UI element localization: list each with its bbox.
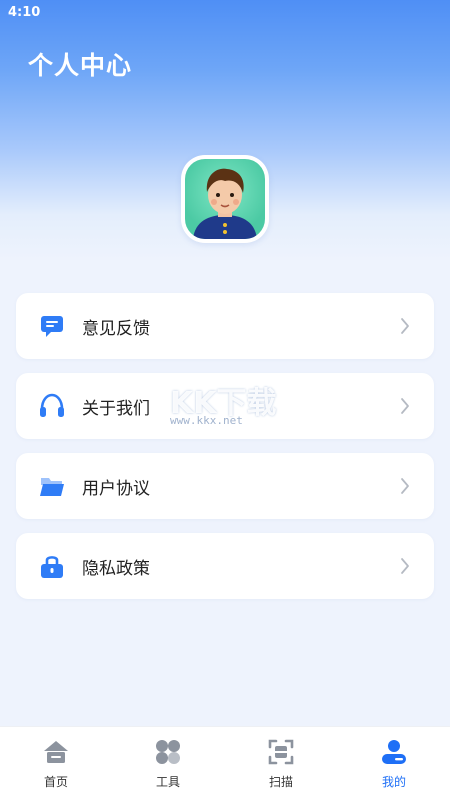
folder-icon	[38, 472, 66, 500]
tab-mine[interactable]: 我的	[338, 727, 450, 801]
tab-home[interactable]: 首页	[0, 727, 112, 801]
menu-item-user-agreement[interactable]: 用户协议	[16, 453, 434, 519]
feedback-icon	[38, 312, 66, 340]
tab-scan[interactable]: 扫描	[225, 727, 337, 801]
menu-item-privacy-policy[interactable]: 隐私政策	[16, 533, 434, 599]
person-icon	[380, 738, 408, 766]
menu-item-about[interactable]: 关于我们	[16, 373, 434, 439]
menu-item-label: 隐私政策	[82, 559, 150, 579]
status-bar: 4:10	[0, 0, 450, 24]
menu-item-label: 关于我们	[82, 399, 150, 419]
chevron-right-icon	[400, 557, 410, 575]
bottom-tab-bar: 首页 工具 扫描 我的	[0, 726, 450, 801]
chevron-right-icon	[400, 317, 410, 335]
headphones-icon	[38, 392, 66, 420]
avatar-image	[185, 159, 265, 239]
chevron-right-icon	[400, 477, 410, 495]
tab-label: 工具	[155, 775, 180, 789]
status-time: 4:10	[8, 5, 41, 20]
home-icon	[42, 738, 70, 766]
menu-item-label: 用户协议	[82, 479, 150, 499]
tab-label: 首页	[43, 775, 68, 789]
tab-label: 扫描	[268, 775, 293, 789]
scan-icon	[267, 738, 295, 766]
grid-icon	[154, 738, 182, 766]
tab-label: 我的	[381, 775, 406, 789]
lock-icon	[38, 552, 66, 580]
menu-item-feedback[interactable]: 意见反馈	[16, 293, 434, 359]
menu-item-label: 意见反馈	[82, 319, 150, 339]
chevron-right-icon	[400, 397, 410, 415]
page-title: 个人中心	[28, 51, 133, 80]
tab-tools[interactable]: 工具	[112, 727, 224, 801]
avatar[interactable]	[181, 155, 269, 243]
